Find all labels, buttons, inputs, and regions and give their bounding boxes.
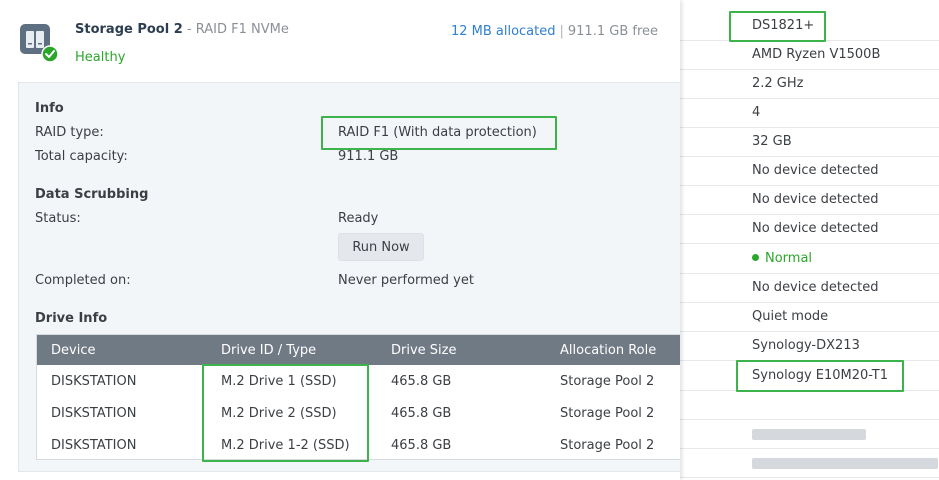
scrub-status-value: Ready (338, 211, 379, 226)
pool-status: Healthy (75, 50, 126, 65)
info-row-device-4: No device detected (680, 274, 939, 303)
cell-drive-id: M.2 Drive 1-2 (SSD) (221, 438, 350, 453)
drive-table-header: Device Drive ID / Type Drive Size Alloca… (37, 335, 680, 365)
cell-drive-size: 465.8 GB (391, 438, 452, 453)
column-header-drive-id[interactable]: Drive ID / Type (221, 343, 316, 358)
table-row[interactable]: DISKSTATION M.2 Drive 2 (SSD) 465.8 GB S… (37, 397, 680, 429)
storage-pool-icon (20, 24, 59, 63)
run-now-button[interactable]: Run Now (338, 233, 424, 261)
expansion-value: Synology-DX213 (752, 338, 860, 353)
check-circle-icon (41, 45, 59, 63)
cell-drive-size: 465.8 GB (391, 406, 452, 421)
cell-allocation-role: Storage Pool 2 (560, 374, 655, 389)
model-value: DS1821+ (752, 18, 815, 33)
drive-table: Device Drive ID / Type Drive Size Alloca… (36, 334, 680, 460)
allocated-link[interactable]: 12 MB allocated (451, 24, 556, 39)
status-text: Normal (765, 251, 813, 266)
usage-separator: | (559, 24, 564, 39)
info-row-pcie-card: Synology E10M20-T1 (680, 362, 939, 391)
info-section-title: Info (35, 101, 64, 116)
table-row[interactable]: DISKSTATION M.2 Drive 1 (SSD) 465.8 GB S… (37, 365, 680, 397)
scrubbing-section-title: Data Scrubbing (35, 187, 149, 202)
cell-drive-size: 465.8 GB (391, 374, 452, 389)
info-row-device-1: No device detected (680, 157, 939, 186)
pool-detail-box: Info RAID type: RAID F1 (With data prote… (18, 82, 680, 472)
device-value: No device detected (752, 221, 879, 236)
cell-device: DISKSTATION (51, 374, 137, 389)
cell-allocation-role: Storage Pool 2 (560, 406, 655, 421)
pcie-card-value: Synology E10M20-T1 (752, 368, 889, 383)
pool-subtitle: - RAID F1 NVMe (186, 22, 289, 37)
cell-allocation-role: Storage Pool 2 (560, 438, 655, 453)
cpu-value: AMD Ryzen V1500B (752, 47, 881, 62)
pool-title: Storage Pool 2 - RAID F1 NVMe (75, 22, 289, 37)
device-value: No device detected (752, 192, 879, 207)
info-row-cores: 4 (680, 99, 939, 128)
drive-info-title: Drive Info (35, 311, 108, 326)
cell-drive-id: M.2 Drive 2 (SSD) (221, 406, 337, 421)
storage-pool-panel: Storage Pool 2 - RAID F1 NVMe Healthy 12… (0, 0, 680, 480)
table-row[interactable]: DISKSTATION M.2 Drive 1-2 (SSD) 465.8 GB… (37, 429, 680, 461)
info-row-memory: 32 GB (680, 128, 939, 157)
pool-header: Storage Pool 2 - RAID F1 NVMe Healthy 12… (0, 0, 680, 80)
raid-type-value: RAID F1 (With data protection) (338, 125, 537, 140)
info-row-redacted-2 (680, 449, 939, 478)
free-space: 911.1 GB free (567, 24, 658, 39)
system-info-panel: DS1821+ AMD Ryzen V1500B 2.2 GHz 4 32 GB… (680, 0, 939, 480)
clock-value: 2.2 GHz (752, 76, 804, 91)
scrub-status-label: Status: (35, 211, 81, 226)
cores-value: 4 (752, 105, 761, 120)
info-row-status: Normal (680, 245, 939, 274)
completed-value: Never performed yet (338, 273, 474, 288)
column-header-allocation-role[interactable]: Allocation Role (560, 343, 656, 358)
cell-device: DISKSTATION (51, 438, 137, 453)
device-value: No device detected (752, 163, 879, 178)
redacted-value (752, 429, 866, 440)
info-row-model: DS1821+ (680, 12, 939, 41)
column-header-device[interactable]: Device (51, 343, 95, 358)
completed-label: Completed on: (35, 273, 131, 288)
status-normal: Normal (752, 251, 812, 266)
info-row-fan-mode: Quiet mode (680, 303, 939, 332)
fan-mode-value: Quiet mode (752, 309, 829, 324)
capacity-label: Total capacity: (35, 149, 128, 164)
device-value: No device detected (752, 280, 879, 295)
column-header-drive-size[interactable]: Drive Size (391, 343, 456, 358)
pool-name: Storage Pool 2 (75, 22, 183, 37)
info-row-expansion: Synology-DX213 (680, 332, 939, 361)
info-row-empty (680, 391, 939, 420)
info-row-cpu: AMD Ryzen V1500B (680, 41, 939, 70)
pool-usage: 12 MB allocated | 911.1 GB free (451, 24, 658, 39)
redacted-value (752, 458, 938, 469)
cell-drive-id: M.2 Drive 1 (SSD) (221, 374, 337, 389)
info-row-device-3: No device detected (680, 215, 939, 244)
info-row-redacted-1 (680, 420, 939, 449)
cell-device: DISKSTATION (51, 406, 137, 421)
info-row-device-2: No device detected (680, 186, 939, 215)
capacity-value: 911.1 GB (338, 149, 399, 164)
memory-value: 32 GB (752, 134, 792, 149)
raid-type-label: RAID type: (35, 125, 104, 140)
status-dot-icon (752, 254, 759, 261)
info-row-clock: 2.2 GHz (680, 70, 939, 99)
